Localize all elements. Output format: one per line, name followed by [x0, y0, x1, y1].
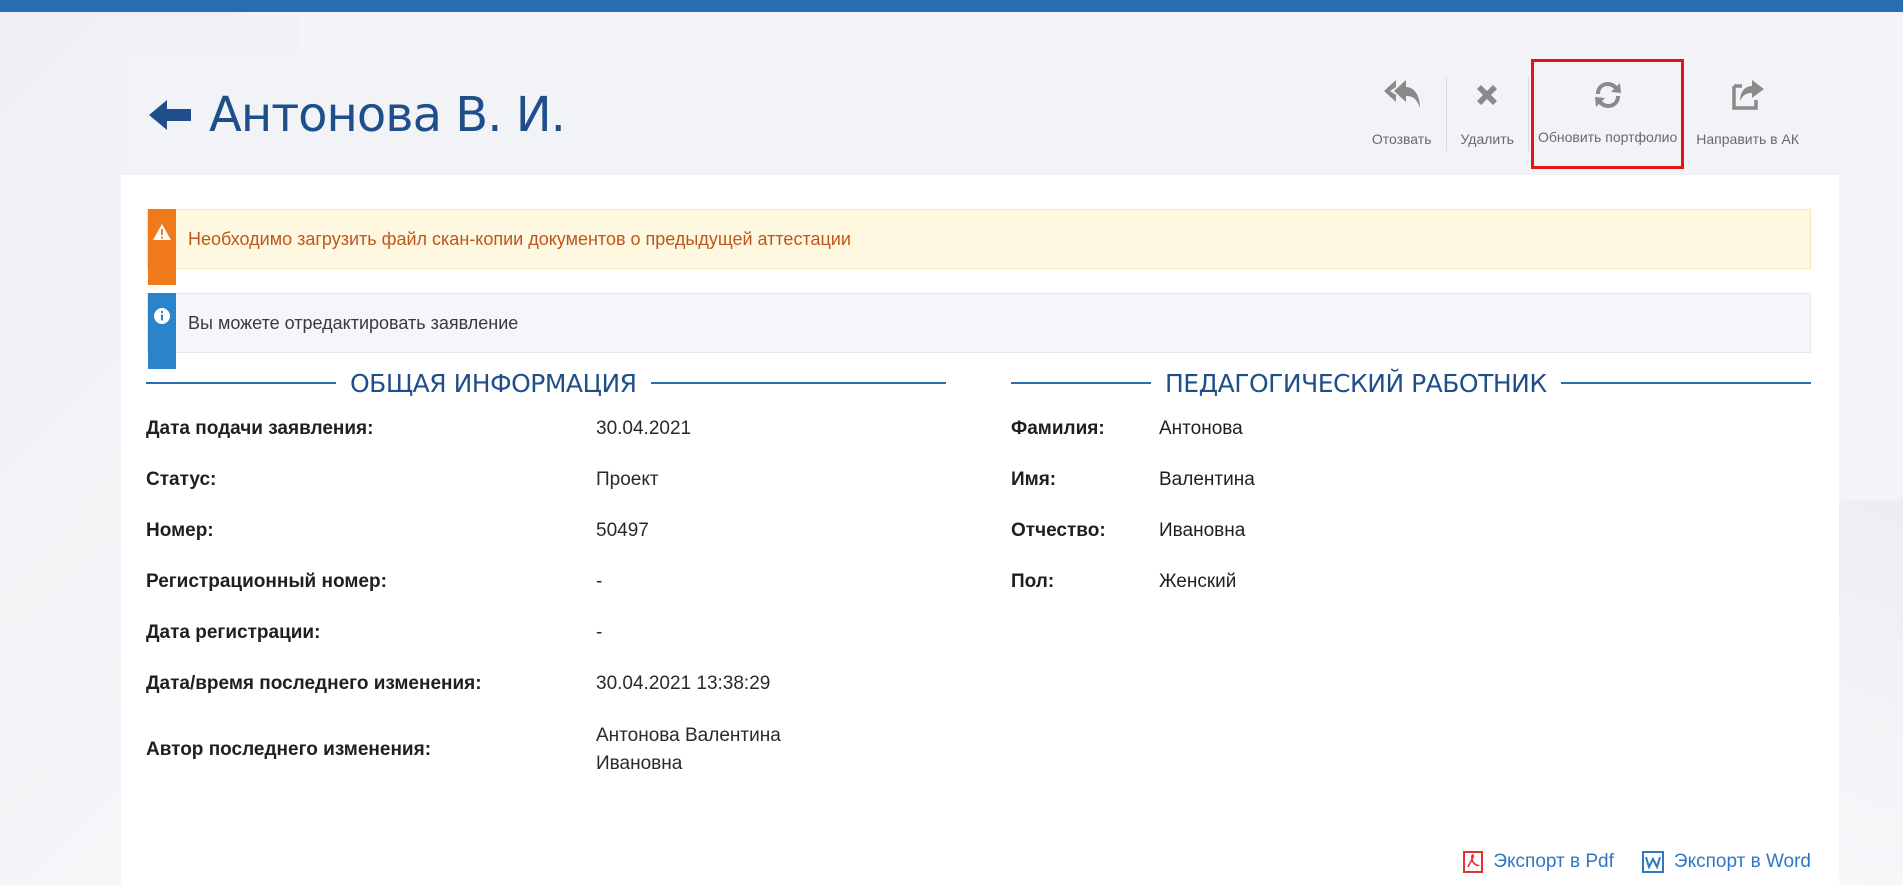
table-row: Статус: Проект — [146, 468, 659, 490]
table-row: Регистрационный номер: - — [146, 570, 603, 592]
warning-alert: Необходимо загрузить файл скан-копии док… — [147, 209, 1811, 285]
delete-button[interactable]: Удалить — [1449, 59, 1526, 169]
teacher-info-table: Фамилия: Антонова Имя: Валентина Отчеств… — [1011, 403, 1255, 607]
export-word-link[interactable]: Экспорт в Word — [1641, 851, 1811, 873]
section-header-general: ОБЩАЯ ИНФОРМАЦИЯ — [146, 363, 946, 403]
share-icon — [1730, 73, 1766, 117]
table-row: Фамилия: Антонова — [1011, 417, 1243, 439]
update-portfolio-button[interactable]: Обновить портфолио — [1530, 59, 1685, 169]
table-row: Номер: 50497 — [146, 519, 649, 541]
warning-message: Необходимо загрузить файл скан-копии док… — [188, 228, 851, 249]
refresh-icon — [1590, 73, 1626, 117]
table-row: Дата/время последнего изменения: 30.04.2… — [146, 672, 771, 694]
table-row: Автор последнего изменения: Антонова Вал… — [146, 725, 781, 774]
table-row: Отчество: Ивановна — [1011, 519, 1246, 541]
top-accent-bar — [0, 0, 1903, 12]
export-pdf-link[interactable]: Экспорт в Pdf — [1463, 851, 1614, 873]
export-links: Экспорт в Pdf Экспорт в Word — [1463, 851, 1811, 873]
reply-all-icon — [1382, 73, 1422, 117]
page-title: Антонова В. И. — [209, 87, 566, 143]
info-alert: Вы можете отредактировать заявление — [147, 293, 1811, 369]
table-row: Имя: Валентина — [1011, 468, 1255, 490]
info-icon — [148, 293, 176, 369]
table-row: Дата подачи заявления: 30.04.2021 — [146, 417, 692, 439]
general-info-table: Дата подачи заявления: 30.04.2021 Статус… — [146, 403, 781, 791]
table-row: Дата регистрации: - — [146, 621, 603, 643]
close-icon — [1473, 73, 1501, 117]
arrow-left-icon[interactable] — [147, 98, 193, 132]
warning-icon — [148, 209, 176, 285]
table-row: Пол: Женский — [1011, 570, 1237, 592]
revoke-button[interactable]: Отозвать — [1360, 59, 1444, 169]
section-header-teacher: ПЕДАГОГИЧЕСКИЙ РАБОТНИК — [1011, 363, 1811, 403]
card-header: Антонова В. И. Отозвать Удалить Обновить… — [121, 51, 1839, 175]
info-message: Вы можете отредактировать заявление — [188, 312, 519, 333]
toolbar-separator — [1445, 77, 1447, 151]
toolbar: Отозвать Удалить Обновить портфолио Напр… — [1360, 59, 1811, 169]
toolbar-separator — [1527, 77, 1529, 151]
title-area: Антонова В. И. — [147, 85, 566, 145]
send-to-ak-button[interactable]: Направить в АК — [1684, 59, 1811, 169]
pdf-file-icon — [1463, 851, 1484, 873]
word-file-icon — [1641, 851, 1664, 873]
application-card: Антонова В. И. Отозвать Удалить Обновить… — [121, 51, 1839, 885]
